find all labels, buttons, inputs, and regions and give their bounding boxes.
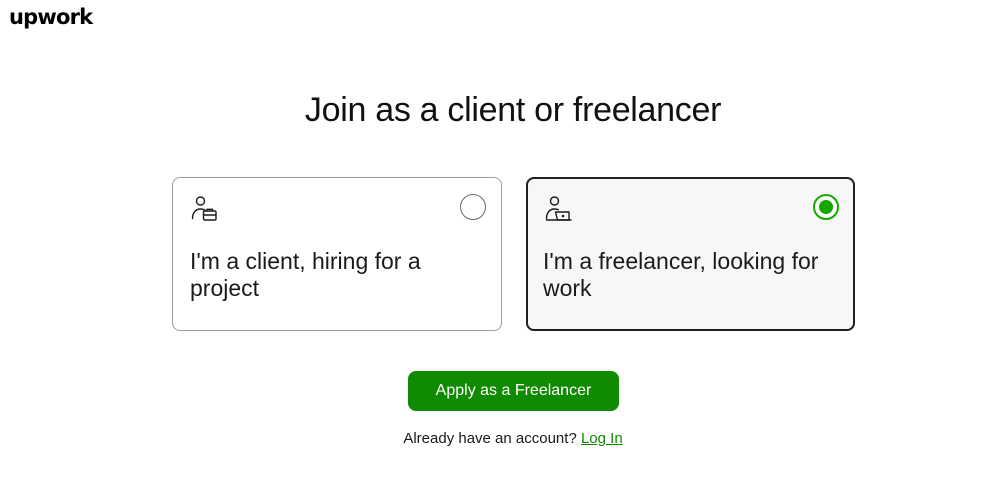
person-laptop-icon xyxy=(544,195,574,225)
client-option-label: I'm a client, hiring for a project xyxy=(190,248,421,301)
login-prompt: Already have an account? xyxy=(403,430,577,447)
radio-selected-dot xyxy=(819,200,833,214)
client-radio[interactable] xyxy=(460,194,486,220)
page-title: Join as a client or freelancer xyxy=(304,91,722,129)
freelancer-radio[interactable] xyxy=(813,194,839,220)
freelancer-option-card[interactable]: I'm a freelancer, looking for work xyxy=(526,177,855,331)
client-option-card[interactable]: I'm a client, hiring for a project xyxy=(172,177,502,331)
login-link[interactable]: Log In xyxy=(581,430,623,447)
upwork-logo[interactable]: upwork xyxy=(9,5,93,29)
person-briefcase-icon xyxy=(190,195,220,225)
login-row: Already have an account? Log In xyxy=(0,430,1001,447)
apply-as-freelancer-button[interactable]: Apply as a Freelancer xyxy=(408,371,619,411)
freelancer-option-label: I'm a freelancer, looking for work xyxy=(543,248,819,301)
